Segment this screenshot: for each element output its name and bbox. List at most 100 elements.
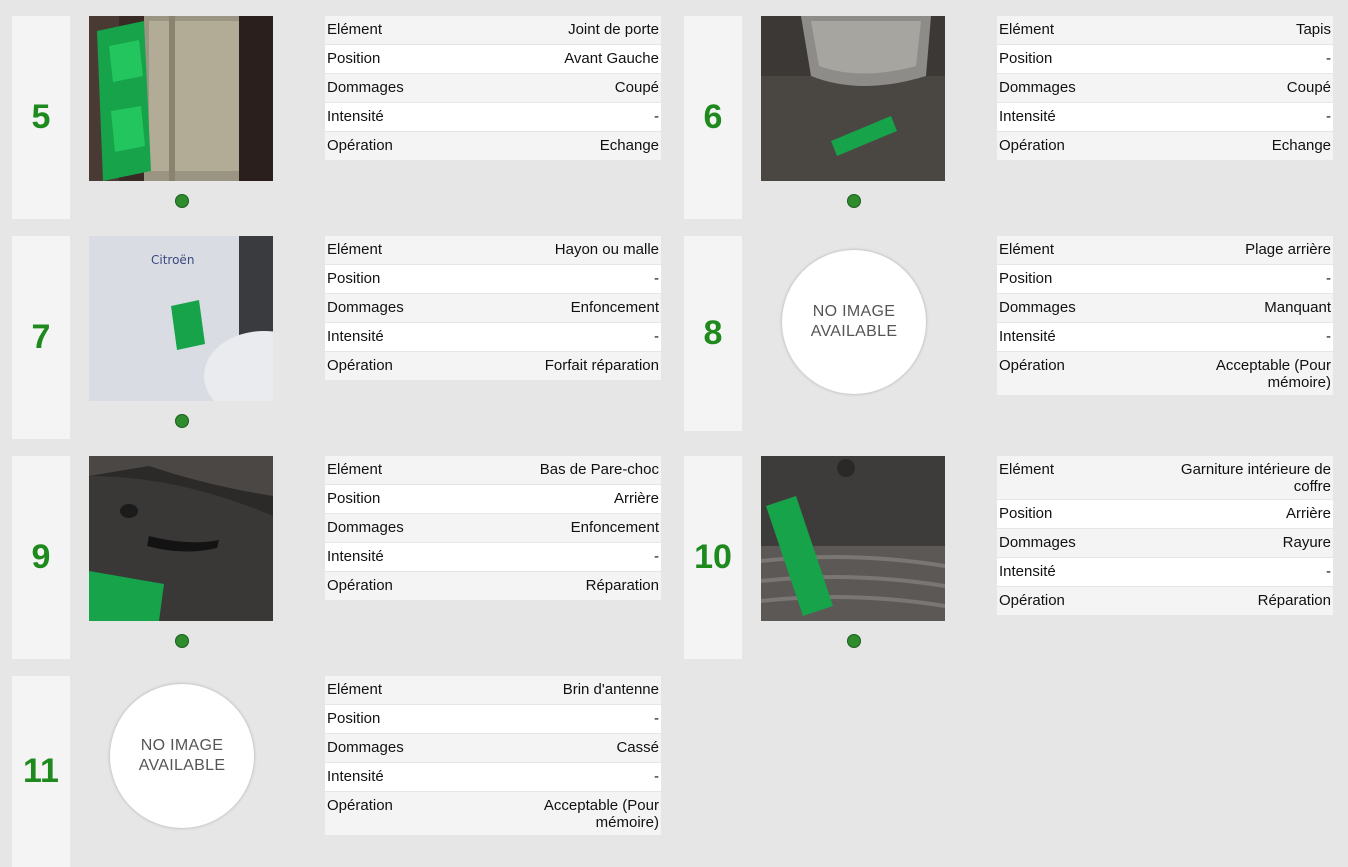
status-dot-icon [847,194,861,208]
damage-card-8: 8 NO IMAGE AVAILABLE Elément Plage arrièr… [672,236,1334,431]
status-dot-icon [175,634,189,648]
card-number: 5 [31,98,51,136]
dekra-bumper-photo-icon [89,456,273,621]
damage-card-5: 5 Elément Joint de porte Position Avant Ga… [0,16,662,219]
damage-card-11: 11 NO IMAGE AVAILABLE Elément Brin d'ante… [0,676,662,867]
intensity-value: - [654,548,659,565]
element-value: Joint de porte [568,21,659,38]
card-number-box: 5 [12,16,70,219]
intensity-value: - [1326,563,1331,580]
row-damages: Dommages Enfoncement [325,514,661,542]
card-number: 6 [703,98,723,136]
damages-value: Coupé [1286,79,1331,96]
damage-photo[interactable] [89,16,273,181]
operation-value: Réparation [585,577,659,594]
element-value: Plage arrière [1245,241,1331,258]
row-intensity: Intensité - [997,323,1333,351]
dekra-trunk-trim-photo-icon [761,456,945,621]
status-dot-icon [847,634,861,648]
damage-card-9: 9 Elément Bas de Pare-choc Position Arrièr… [0,456,662,659]
operation-value: Echange [599,137,659,154]
details-table: Elément Tapis Position - Dommages Coupé Int… [997,16,1333,161]
row-damages: Dommages Cassé [325,734,661,762]
details-table: Elément Joint de porte Position Avant Gauc… [325,16,661,161]
damage-card-7: 7 Citroën Elément Hayon ou malle Position… [0,236,662,439]
damages-value: Manquant [1264,299,1331,316]
operation-value: Echange [1271,137,1331,154]
row-intensity: Intensité - [325,763,661,791]
damage-card-10: 10 Elément Garniture intérieure de coffre… [672,456,1334,659]
card-number-box: 7 [12,236,70,439]
intensity-value: - [1326,328,1331,345]
row-element: Elément Bas de Pare-choc [325,456,661,484]
card-number-box: 6 [684,16,742,219]
status-dot-icon [175,414,189,428]
row-operation: Opération Réparation [997,587,1333,615]
row-damages: Dommages Rayure [997,529,1333,557]
row-position: Position - [325,705,661,733]
damages-value: Rayure [1282,534,1331,551]
damage-photo[interactable] [761,456,945,621]
row-operation: Opération Echange [325,132,661,160]
row-element: Elément Brin d'antenne [325,676,661,704]
position-value: - [1326,50,1331,67]
row-intensity: Intensité - [325,323,661,351]
details-table: Elément Brin d'antenne Position - Dommages… [325,676,661,836]
damage-photo[interactable]: Citroën [89,236,273,401]
card-number-box: 8 [684,236,742,431]
damages-value: Coupé [614,79,659,96]
row-position: Position - [997,45,1333,73]
no-image-placeholder: NO IMAGE AVAILABLE [110,684,254,828]
intensity-value: - [654,328,659,345]
row-damages: Dommages Coupé [997,74,1333,102]
details-table: Elément Bas de Pare-choc Position Arrière … [325,456,661,601]
intensity-value: - [1326,108,1331,125]
element-value: Hayon ou malle [554,241,659,258]
element-value: Bas de Pare-choc [539,461,659,478]
row-damages: Dommages Enfoncement [325,294,661,322]
row-intensity: Intensité - [997,558,1333,586]
card-number-box: 11 [12,676,70,867]
status-dot-icon [175,194,189,208]
card-number: 10 [694,538,732,576]
row-element: Elément Garniture intérieure de coffre [997,456,1333,499]
row-intensity: Intensité - [997,103,1333,131]
row-element: Elément Hayon ou malle [325,236,661,264]
position-value: Arrière [613,490,659,507]
row-operation: Opération Forfait réparation [325,352,661,380]
position-value: - [654,270,659,287]
damage-photo[interactable] [89,456,273,621]
card-number: 11 [23,752,59,790]
damages-value: Enfoncement [570,519,659,536]
row-damages: Dommages Coupé [325,74,661,102]
row-position: Position Arrière [325,485,661,513]
operation-value: Réparation [1257,592,1331,609]
svg-text:Citroën: Citroën [151,253,194,267]
details-table: Elément Plage arrière Position - Dommages M… [997,236,1333,396]
damages-value: Cassé [616,739,659,756]
no-image-text: NO IMAGE AVAILABLE [810,303,898,340]
dekra-door-seal-photo-icon [89,16,273,181]
operation-value: Acceptable (Pour mémoire) [543,797,659,831]
damages-value: Enfoncement [570,299,659,316]
operation-value: Acceptable (Pour mémoire) [1215,357,1331,391]
details-table: Elément Hayon ou malle Position - Dommages… [325,236,661,381]
row-element: Elément Plage arrière [997,236,1333,264]
row-element: Elément Joint de porte [325,16,661,44]
damage-card-6: 6 Elément Tapis Position - Dommages Coupé I… [672,16,1334,219]
dekra-tailgate-photo-icon: Citroën [89,236,273,401]
position-value: - [1326,270,1331,287]
damage-photo[interactable] [761,16,945,181]
row-operation: Opération Réparation [325,572,661,600]
card-number-box: 9 [12,456,70,659]
details-table: Elément Garniture intérieure de coffre Po… [997,456,1333,616]
row-element: Elément Tapis [997,16,1333,44]
card-number-box: 10 [684,456,742,659]
row-operation: Opération Acceptable (Pour mémoire) [997,352,1333,395]
element-value: Brin d'antenne [562,681,659,698]
operation-value: Forfait réparation [544,357,659,374]
position-value: - [654,710,659,727]
element-value: Tapis [1295,21,1331,38]
intensity-value: - [654,108,659,125]
row-intensity: Intensité - [325,543,661,571]
